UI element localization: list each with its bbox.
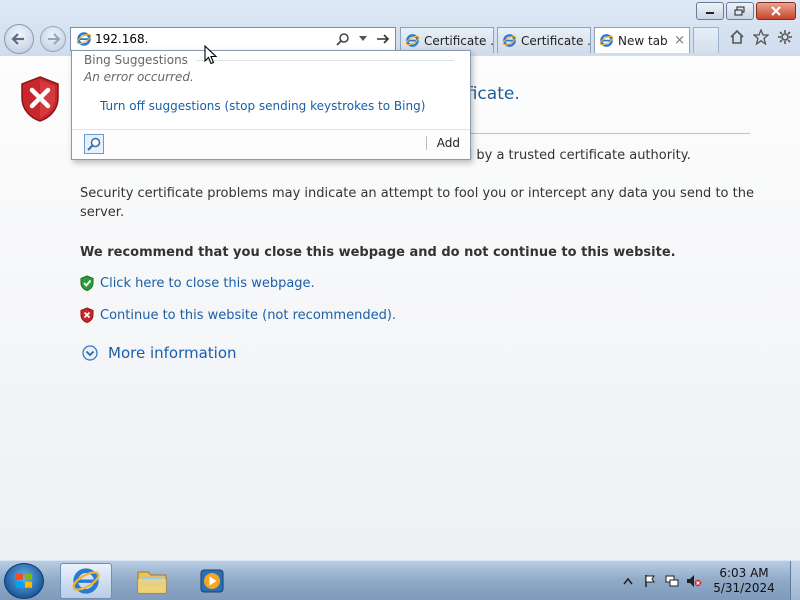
address-bar[interactable] <box>70 27 396 51</box>
suggestions-header: Bing Suggestions <box>84 53 454 67</box>
recommendation-text: We recommend that you close this webpage… <box>80 245 676 260</box>
action-center-flag-icon[interactable] <box>642 573 658 589</box>
tab-label: New tab <box>618 33 668 48</box>
ie-icon <box>405 34 420 47</box>
taskbar-media-player[interactable] <box>186 563 238 599</box>
add-search-provider-button[interactable]: Add <box>425 136 460 150</box>
search-provider-icon[interactable] <box>84 134 104 154</box>
shield-check-icon <box>80 275 94 291</box>
shield-error-icon <box>21 76 59 122</box>
clock[interactable]: 6:03 AM 5/31/2024 <box>712 566 776 596</box>
back-button[interactable] <box>4 24 34 54</box>
ie-icon <box>72 568 100 594</box>
ie-icon <box>502 34 517 47</box>
shield-x-icon <box>80 307 94 323</box>
suggestions-error: An error occurred. <box>84 70 194 84</box>
mouse-cursor-icon <box>204 45 218 65</box>
more-information-toggle[interactable]: More information <box>82 344 237 362</box>
taskbar-file-explorer[interactable] <box>126 563 178 599</box>
volume-muted-icon[interactable] <box>686 573 702 589</box>
go-arrow-icon[interactable] <box>375 31 391 47</box>
home-icon[interactable] <box>728 28 746 46</box>
folder-icon <box>137 571 167 594</box>
restore-button[interactable] <box>726 2 754 20</box>
tab-label: Certificate ... <box>521 33 591 48</box>
paragraph-security-warning: Security certificate problems may indica… <box>80 186 754 220</box>
arrow-left-icon <box>11 33 24 45</box>
gear-icon[interactable] <box>776 28 794 46</box>
continue-website-link[interactable]: Continue to this website (not recommende… <box>80 307 396 323</box>
media-player-icon <box>200 569 224 593</box>
taskbar: 6:03 AM 5/31/2024 <box>0 560 800 600</box>
chevron-down-icon[interactable] <box>355 31 371 47</box>
continue-website-label[interactable]: Continue to this website (not recommende… <box>100 308 396 323</box>
suggestions-footer: Add <box>72 129 470 159</box>
browser-chrome: Certificate ... Certificate ... New tab … <box>0 0 800 56</box>
ie-icon <box>76 32 92 46</box>
ie-icon <box>599 34 614 47</box>
minimize-button[interactable] <box>696 2 724 20</box>
show-desktop-button[interactable] <box>790 561 800 600</box>
address-input[interactable] <box>95 32 335 46</box>
tab-label: Certificate ... <box>424 33 494 48</box>
network-icon[interactable] <box>664 573 680 589</box>
window-caption-buttons <box>696 2 796 20</box>
forward-button[interactable] <box>40 26 66 52</box>
system-tray: 6:03 AM 5/31/2024 <box>620 561 800 600</box>
tab-new-tab[interactable]: New tab × <box>594 27 690 53</box>
start-button[interactable] <box>4 563 44 599</box>
search-suggestions-dropdown: Bing Suggestions An error occurred. Turn… <box>71 50 471 160</box>
close-tab-button[interactable]: × <box>674 33 685 48</box>
taskbar-internet-explorer[interactable] <box>60 563 112 599</box>
new-tab-button[interactable] <box>693 27 719 53</box>
more-information-label[interactable]: More information <box>108 344 237 362</box>
chevron-down-circle-icon <box>82 345 98 361</box>
search-icon[interactable] <box>335 31 351 47</box>
tab-certificate-2[interactable]: Certificate ... <box>497 27 591 53</box>
show-hidden-icons-icon[interactable] <box>620 573 636 589</box>
star-icon[interactable] <box>752 28 770 46</box>
close-webpage-link[interactable]: Click here to close this webpage. <box>80 275 315 291</box>
arrow-right-icon <box>48 33 61 45</box>
clock-time: 6:03 AM <box>719 566 769 580</box>
windows-logo-icon <box>16 573 32 588</box>
clock-date: 5/31/2024 <box>713 581 775 595</box>
turn-off-suggestions-link[interactable]: Turn off suggestions (stop sending keyst… <box>100 99 425 113</box>
close-window-button[interactable] <box>756 2 796 20</box>
close-webpage-label[interactable]: Click here to close this webpage. <box>100 276 315 291</box>
